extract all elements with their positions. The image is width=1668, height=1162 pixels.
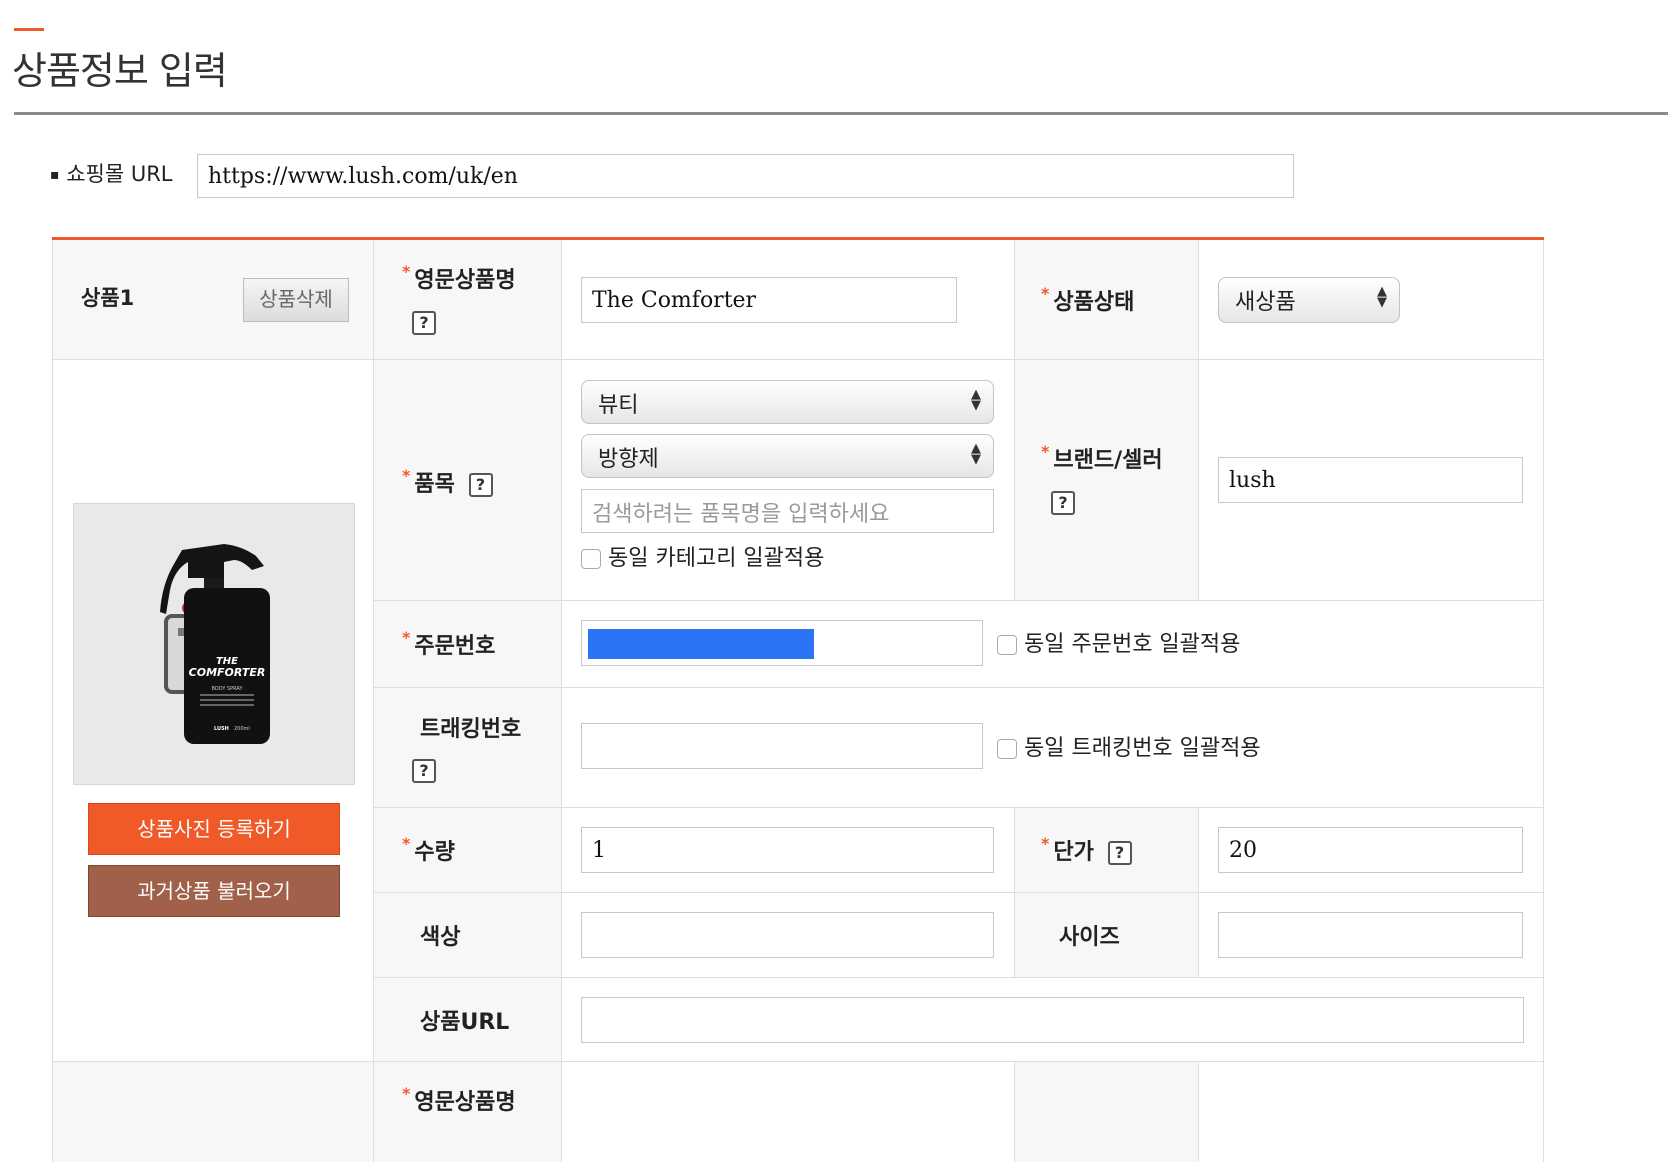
product-header-cell: 상품1 상품삭제 [52,240,374,360]
required-mark: * [402,834,411,853]
svg-text:200ml: 200ml [234,726,250,732]
next-english-name-input-cell [562,1062,1015,1162]
unit-price-label-cell: * 단가 ? [1015,808,1199,893]
tracking-number-label: 트래킹번호 [420,717,522,742]
select-arrows-icon: ▲ ▼ [971,387,981,413]
condition-select-cell: 새상품 ▲ ▼ [1199,240,1544,360]
category-help-icon[interactable]: ? [468,473,493,497]
condition-label-cell: * 상품상태 [1015,240,1199,360]
condition-selected-value: 새상품 [1235,290,1296,315]
brand-input[interactable] [1218,457,1523,503]
required-mark: * [1041,442,1050,461]
product-image: THE COMFORTER BODY SPRAY LUSH 200ml [73,503,355,785]
color-input-cell [562,893,1015,978]
tracking-number-help-icon[interactable]: ? [412,759,436,783]
color-label-cell: 색상 [374,893,562,978]
tracking-number-apply-same-label: 동일 트래킹번호 일괄적용 [1024,736,1261,761]
register-photo-button[interactable]: 상품사진 등록하기 [88,803,340,855]
required-mark: * [1041,834,1050,853]
category-main-value: 뷰티 [598,393,639,418]
category-sub-select[interactable]: 방향제 ▲ ▼ [581,434,994,478]
unit-price-label: 단가 [1053,840,1094,865]
unit-price-help-icon[interactable]: ? [1107,841,1132,865]
color-input[interactable] [581,912,994,958]
category-inputs-cell: 뷰티 ▲ ▼ 방향제 ▲ ▼ 검색하려는 품목명을 입력하세요 동일 카테고리 일괄… [562,360,1015,601]
select-arrows-icon: ▲ ▼ [1377,284,1387,310]
size-input-cell [1199,893,1544,978]
svg-text:BODY SPRAY: BODY SPRAY [211,686,243,692]
brand-input-cell [1199,360,1544,601]
product-bottle-image: THE COMFORTER BODY SPRAY LUSH 200ml [160,544,270,744]
unit-price-input-cell [1199,808,1544,893]
load-past-product-button[interactable]: 과거상품 불러오기 [88,865,340,917]
english-name-label: 영문상품명 [414,268,516,293]
delete-product-button[interactable]: 상품삭제 [243,278,349,322]
product-url-label-cell: 상품URL [374,978,562,1062]
quantity-input[interactable] [581,827,994,873]
quantity-input-cell [562,808,1015,893]
condition-select[interactable]: 새상품 ▲ ▼ [1218,277,1400,323]
tracking-number-label-cell: 트래킹번호 ? [374,688,562,808]
required-mark: * [402,1084,411,1103]
category-apply-same-label: 동일 카테고리 일괄적용 [608,546,825,571]
brand-label-cell: * 브랜드/셀러 ? [1015,360,1199,601]
product-url-label: 상품URL [420,1010,510,1035]
order-number-redaction [588,629,814,659]
product-url-input-cell [562,978,1544,1062]
category-sub-value: 방향제 [598,447,659,472]
required-mark: * [402,466,411,485]
next-product-header-cell [52,1062,374,1162]
unit-price-input[interactable] [1218,827,1523,873]
product-number-label: 상품1 [81,286,135,310]
order-number-apply-same-checkbox[interactable] [997,635,1017,655]
product-url-input[interactable] [581,997,1524,1043]
order-number-input-cell: 동일 주문번호 일괄적용 [562,601,1544,688]
tracking-number-apply-same-checkbox[interactable] [997,739,1017,759]
tracking-number-input-cell: 동일 트래킹번호 일괄적용 [562,688,1544,808]
color-label: 색상 [420,925,461,950]
category-search-input[interactable]: 검색하려는 품목명을 입력하세요 [581,489,994,533]
quantity-label-cell: * 수량 [374,808,562,893]
tracking-number-input[interactable] [581,723,983,769]
next-condition-select-cell [1199,1062,1544,1162]
category-label-cell: * 품목 ? [374,360,562,601]
title-divider [14,112,1668,115]
size-label: 사이즈 [1059,925,1120,950]
category-label: 품목 [414,472,455,497]
title-accent-bar [14,28,44,31]
english-name-input-cell [562,240,1015,360]
shop-url-input[interactable] [197,154,1294,198]
required-mark: * [402,628,411,647]
page-title: 상품정보 입력 [12,49,228,93]
order-number-label-cell: * 주문번호 [374,601,562,688]
shop-url-label: ▪ 쇼핑몰 URL [50,162,173,186]
size-label-cell: 사이즈 [1015,893,1199,978]
size-input[interactable] [1218,912,1523,958]
next-english-name-label: 영문상품명 [414,1090,516,1115]
order-number-input[interactable] [581,620,983,666]
category-apply-same-checkbox[interactable] [581,549,601,569]
svg-text:LUSH: LUSH [214,726,229,732]
quantity-label: 수량 [414,840,455,865]
required-mark: * [1041,284,1050,303]
select-arrows-icon: ▲ ▼ [971,441,981,467]
required-mark: * [402,262,411,281]
order-number-apply-same-label: 동일 주문번호 일괄적용 [1024,632,1241,657]
product-image-cell: THE COMFORTER BODY SPRAY LUSH 200ml 상품사진… [52,360,374,1062]
english-name-help-icon[interactable]: ? [412,311,436,335]
order-number-label: 주문번호 [414,634,496,659]
condition-label: 상품상태 [1053,290,1135,315]
brand-label: 브랜드/셀러 [1053,448,1163,473]
next-condition-label-cell [1015,1062,1199,1162]
english-name-input[interactable] [581,277,957,323]
svg-text:COMFORTER: COMFORTER [189,666,266,679]
english-name-label-cell: * 영문상품명 ? [374,240,562,360]
next-english-name-label-cell: * 영문상품명 [374,1062,562,1162]
brand-help-icon[interactable]: ? [1051,491,1075,515]
category-main-select[interactable]: 뷰티 ▲ ▼ [581,380,994,424]
